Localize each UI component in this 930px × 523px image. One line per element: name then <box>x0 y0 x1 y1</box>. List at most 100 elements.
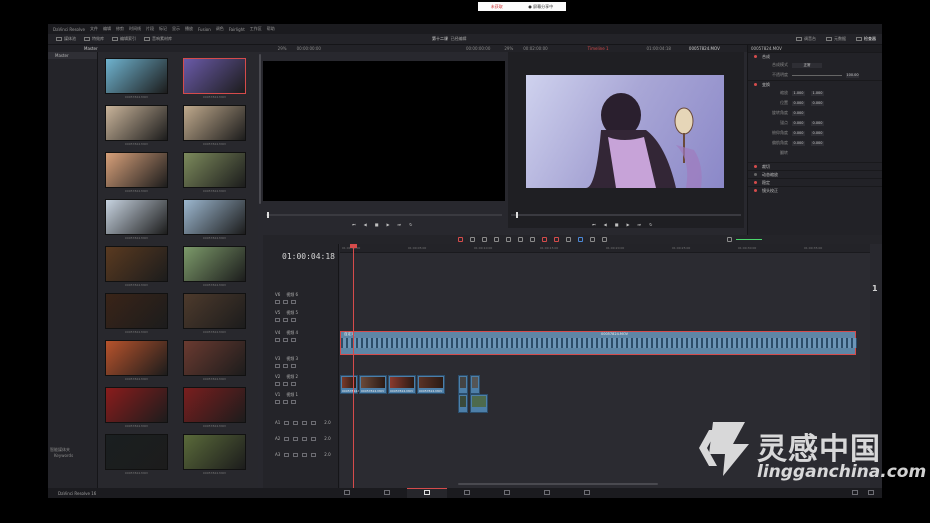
audio-icon[interactable] <box>291 364 296 368</box>
section-cropping[interactable]: 裁切 <box>748 162 882 170</box>
menu-fairlight[interactable]: Fairlight <box>229 27 245 32</box>
zoom-icon[interactable] <box>590 237 595 242</box>
track-header-v3[interactable]: V3 视频 3 <box>275 356 335 368</box>
transform-value-b[interactable]: 0.000 <box>811 130 824 136</box>
timeline-viewer[interactable] <box>526 75 724 188</box>
media-clip-thumbnail[interactable]: 00057824.MOV <box>183 387 246 433</box>
opacity-slider[interactable] <box>792 74 842 76</box>
trim-icon[interactable] <box>482 237 487 242</box>
menu-workspace[interactable]: 工作区 <box>250 26 262 32</box>
settings-gear-icon[interactable] <box>868 490 874 495</box>
timeline-playhead[interactable] <box>353 244 354 488</box>
timeline-name[interactable]: Timeline 1 <box>588 46 609 51</box>
menu-color[interactable]: 调色 <box>216 26 224 32</box>
track-header-v5[interactable]: V5 视频 5 <box>275 310 335 322</box>
edit-page-icon[interactable] <box>424 490 430 495</box>
mute-icon[interactable] <box>302 420 308 425</box>
solo-icon[interactable] <box>293 436 299 441</box>
source-viewer[interactable] <box>263 61 505 201</box>
mute-icon[interactable] <box>302 436 308 441</box>
marker-icon[interactable] <box>458 237 463 242</box>
media-clip-thumbnail[interactable]: 00057824.MOV <box>183 105 246 151</box>
enable-dot-icon[interactable] <box>754 83 757 86</box>
menu-help[interactable]: 帮助 <box>267 26 275 32</box>
bin-master[interactable]: Master <box>48 52 97 59</box>
tl-loop-icon[interactable]: ↻ <box>649 222 652 227</box>
mute-icon[interactable] <box>302 452 308 457</box>
timeline-clip-small-a[interactable] <box>458 375 468 394</box>
section-lens-correction[interactable]: 镜头校正 <box>748 186 882 194</box>
audio-track-header-a3[interactable]: A3 2.0 <box>275 452 335 457</box>
media-clip-thumbnail[interactable]: 00057824.MOV <box>183 199 246 245</box>
media-clip-thumbnail[interactable]: 00057824.MOV <box>105 387 168 433</box>
lock-icon[interactable] <box>275 318 280 322</box>
menu-edit[interactable]: 编辑 <box>103 26 111 32</box>
transform-value-a[interactable]: 0.000 <box>792 140 805 146</box>
record-icon[interactable] <box>311 436 317 441</box>
blade-icon[interactable] <box>494 237 499 242</box>
enable-dot-icon[interactable] <box>754 55 757 58</box>
lock-icon[interactable] <box>284 420 290 425</box>
media-clip-thumbnail[interactable]: 00057824.MOV <box>183 434 246 480</box>
zoom-left[interactable]: 29% <box>278 46 287 51</box>
lock-icon[interactable] <box>284 452 290 457</box>
media-clip-thumbnail[interactable]: 00057824.MOV <box>105 434 168 480</box>
smart-bin-keywords[interactable]: Keywords <box>50 453 73 459</box>
transform-value-a[interactable]: 0.000 <box>792 110 805 116</box>
audio-track-header-a2[interactable]: A2 2.0 <box>275 436 335 441</box>
media-clip-thumbnail[interactable]: 00057824.MOV <box>105 246 168 292</box>
transform-value-b[interactable]: 0.000 <box>811 100 824 106</box>
media-clip-thumbnail[interactable]: 00057824.MOV <box>105 199 168 245</box>
source-next-icon[interactable]: ⏭ <box>398 222 402 227</box>
audio-track-header-a1[interactable]: A1 2.0 <box>275 420 335 425</box>
menu-trim[interactable]: 修剪 <box>116 26 124 32</box>
media-clip-thumbnail[interactable]: 00057824.MOV <box>105 105 168 151</box>
track-header-v1[interactable]: V1 视频 1 <box>275 392 335 404</box>
effects-button[interactable]: 特效库 <box>84 36 104 42</box>
media-clip-thumbnail[interactable]: 00057824.MOV <box>105 58 168 104</box>
inspector-button[interactable]: 检查器 <box>856 36 876 42</box>
eye-icon[interactable] <box>283 364 288 368</box>
edit-index-button[interactable]: 编辑索引 <box>112 36 136 42</box>
media-clip-thumbnail[interactable]: 00057824.MOV <box>183 293 246 339</box>
record-icon[interactable] <box>311 452 317 457</box>
media-clip-thumbnail[interactable]: 00057824.MOV <box>183 340 246 386</box>
media-page-icon[interactable] <box>344 490 350 495</box>
source-prev-icon[interactable]: ⏮ <box>352 222 356 227</box>
deliver-page-icon[interactable] <box>584 490 590 495</box>
enable-dot-icon[interactable] <box>754 181 757 184</box>
lock-icon[interactable] <box>284 436 290 441</box>
timeline-clip-v2[interactable]: 00057824.MOV <box>340 375 365 394</box>
fairlight-page-icon[interactable] <box>544 490 550 495</box>
metadata-button[interactable]: 元数据 <box>826 36 846 42</box>
zoom-right[interactable]: 29% <box>504 46 513 51</box>
timeline-clip-v2[interactable]: 00057824.MOV <box>359 375 387 394</box>
live-status[interactable]: 未获取 <box>491 4 503 10</box>
transform-value-b[interactable]: 0.000 <box>811 120 824 126</box>
media-clip-thumbnail[interactable]: 00057824.MOV <box>105 293 168 339</box>
menu-fusion[interactable]: Fusion <box>198 27 211 32</box>
enable-dot-icon[interactable] <box>754 173 757 176</box>
eye-icon[interactable] <box>283 338 288 342</box>
eye-icon[interactable] <box>283 300 288 304</box>
menu-clip[interactable]: 片段 <box>146 26 154 32</box>
eye-icon[interactable] <box>283 400 288 404</box>
home-icon[interactable] <box>852 490 858 495</box>
menu-mark[interactable]: 标记 <box>159 26 167 32</box>
enable-dot-icon[interactable] <box>754 189 757 192</box>
lock-icon[interactable] <box>275 382 280 386</box>
timeline-ruler[interactable]: 01:00:00:00 01:00:05:00 01:00:10:00 01:00:1… <box>340 244 870 253</box>
media-pool-button[interactable]: 媒体池 <box>56 36 76 42</box>
replace-icon[interactable] <box>530 237 535 242</box>
flag-icon[interactable] <box>578 237 583 242</box>
track-header-v4[interactable]: V4 视频 4 <box>275 330 335 342</box>
overwrite-icon[interactable] <box>518 237 523 242</box>
media-clip-thumbnail[interactable]: 00057824.MOV <box>183 246 246 292</box>
transform-value-b[interactable]: 0.000 <box>811 140 824 146</box>
media-clip-thumbnail[interactable]: 00057824.MOV <box>105 340 168 386</box>
media-clip-thumbnail[interactable]: 00057824.MOV <box>105 152 168 198</box>
solo-icon[interactable] <box>293 452 299 457</box>
timeline-clip-small-b[interactable] <box>470 375 480 394</box>
tl-next-icon[interactable]: ⏭ <box>638 222 642 227</box>
eye-icon[interactable] <box>283 318 288 322</box>
